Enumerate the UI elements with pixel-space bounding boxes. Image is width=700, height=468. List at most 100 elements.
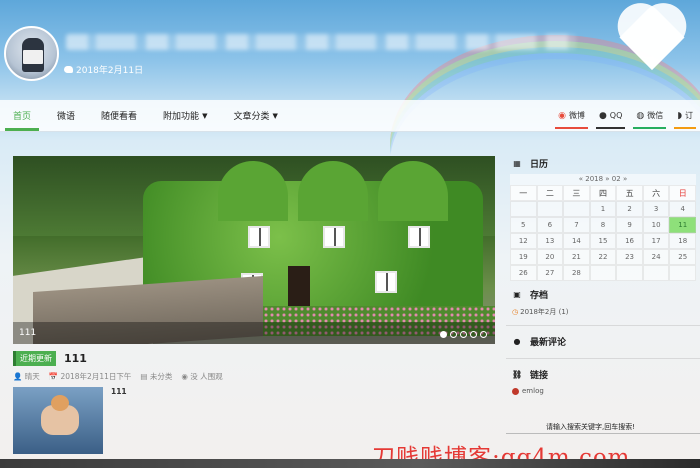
- post-category[interactable]: 未分类: [150, 372, 173, 381]
- calendar-day[interactable]: 25: [669, 249, 696, 265]
- calendar-day[interactable]: 12: [510, 233, 537, 249]
- calendar-day[interactable]: 16: [616, 233, 643, 249]
- calendar-day[interactable]: 18: [669, 233, 696, 249]
- heart-cloud-decoration: [618, 8, 698, 78]
- calendar-day: [616, 265, 643, 281]
- calendar-day[interactable]: 6: [536, 217, 564, 233]
- qq-icon: ●: [598, 110, 607, 121]
- calendar-weekday: 三: [563, 185, 590, 201]
- calendar-day: [642, 265, 670, 281]
- rss-icon: ◗: [677, 110, 682, 121]
- post-thumbnail[interactable]: [13, 387, 103, 454]
- blurred-site-title: [66, 34, 576, 50]
- post-excerpt: 111: [111, 387, 127, 396]
- archive-widget-title: ▣ 存档: [513, 289, 549, 301]
- calendar-day[interactable]: 10: [642, 217, 670, 233]
- archive-link[interactable]: ◷ 2018年2月 (1): [506, 305, 700, 319]
- sidebar: ▦ 日历 « 2018 » 02 » 一二三四五六日 1 2 3 4 5 6 7 8 9 10 11 1…: [506, 152, 700, 397]
- calendar-day[interactable]: 9: [616, 217, 643, 233]
- header-date: 2018年2月11日: [64, 63, 143, 76]
- link-icon: ⛓: [512, 369, 523, 379]
- nav-item-random[interactable]: 随便看看: [88, 100, 150, 131]
- link-item-emlog[interactable]: emlog: [506, 385, 700, 397]
- archive-icon: ▣: [513, 289, 521, 299]
- slider-dot[interactable]: [460, 331, 467, 338]
- calendar-day[interactable]: 3: [642, 201, 670, 217]
- social-qq[interactable]: ● QQ: [592, 100, 629, 131]
- nav-item-weiyu[interactable]: 微语: [44, 100, 88, 131]
- post-title[interactable]: 111: [64, 352, 87, 365]
- post-meta: 👤 晴天 📅 2018年2月11日下午 ▤ 未分类 ◉ 没 人围观: [13, 371, 223, 382]
- post-author[interactable]: 晴天: [25, 372, 40, 381]
- calendar-day[interactable]: 2: [616, 201, 643, 217]
- slider-caption[interactable]: 111: [13, 322, 495, 344]
- post-header: 近期更新 111: [13, 351, 87, 366]
- calendar-day[interactable]: 28: [563, 265, 590, 281]
- calendar-day[interactable]: 5: [510, 217, 537, 233]
- social-weibo[interactable]: ◉ 微博: [551, 100, 592, 131]
- caret-down-icon: ▼: [202, 111, 208, 120]
- emlog-icon: [512, 387, 519, 395]
- calendar-weekday: 六: [642, 185, 670, 201]
- eye-icon: ◉: [181, 372, 188, 381]
- calendar-day[interactable]: 15: [589, 233, 617, 249]
- slider-dot[interactable]: [480, 331, 487, 338]
- site-header: 2018年2月11日: [0, 0, 700, 100]
- calendar-day[interactable]: 22: [589, 249, 617, 265]
- avatar[interactable]: [4, 26, 59, 81]
- calendar-month-nav[interactable]: « 2018 » 02 »: [510, 174, 696, 185]
- calendar-weekday: 二: [536, 185, 564, 201]
- calendar-day[interactable]: 4: [669, 201, 696, 217]
- calendar-day[interactable]: 7: [563, 217, 590, 233]
- calendar-grid: 一二三四五六日 1 2 3 4 5 6 7 8 9 10 11 12 13 14 15 16 17 18 19 20 21…: [510, 185, 696, 281]
- calendar-widget-title: ▦ 日历: [513, 158, 549, 170]
- post-views: 没 人围观: [190, 372, 223, 381]
- search-input[interactable]: 请输入搜索关键字,回车搜索!: [506, 420, 700, 434]
- calendar-day[interactable]: 20: [536, 249, 564, 265]
- calendar-weekday: 四: [589, 185, 617, 201]
- comment-icon: ●: [513, 336, 521, 346]
- header-date-text: 2018年2月11日: [76, 66, 144, 76]
- calendar-icon: ▦: [513, 158, 521, 168]
- calendar-day[interactable]: 23: [616, 249, 643, 265]
- nav-item-extras[interactable]: 附加功能 ▼: [150, 100, 220, 131]
- calendar-day[interactable]: 26: [510, 265, 537, 281]
- latest-badge: 近期更新: [13, 351, 56, 366]
- bottom-bar: [0, 459, 700, 468]
- calendar-day: [669, 265, 696, 281]
- calendar-day[interactable]: 14: [563, 233, 590, 249]
- calendar-day: [510, 201, 537, 217]
- calendar-day[interactable]: 27: [536, 265, 564, 281]
- main-nav: 首页 微语 随便看看 附加功能 ▼ 文章分类 ▼ ◉ 微博 ● QQ ◍ 微信 ◗ 订: [0, 100, 700, 132]
- calendar-day[interactable]: 8: [589, 217, 617, 233]
- slider-dot[interactable]: [470, 331, 477, 338]
- calendar-day[interactable]: 17: [642, 233, 670, 249]
- social-rss[interactable]: ◗ 订: [670, 100, 700, 131]
- slider-dots: [440, 331, 487, 338]
- calendar-weekday: 五: [616, 185, 643, 201]
- calendar-day[interactable]: 19: [510, 249, 537, 265]
- clock-icon: ◷: [512, 308, 519, 316]
- post-datetime: 2018年2月11日下午: [60, 372, 132, 381]
- user-icon: 👤: [13, 372, 23, 381]
- calendar-day[interactable]: 13: [536, 233, 564, 249]
- social-wechat[interactable]: ◍ 微信: [629, 100, 670, 131]
- slider-dot[interactable]: [450, 331, 457, 338]
- caret-down-icon: ▼: [272, 111, 278, 120]
- calendar-day[interactable]: 21: [563, 249, 590, 265]
- twitter-icon: [64, 66, 73, 73]
- folder-icon: ▤: [140, 372, 148, 381]
- calendar-weekday: 一: [510, 185, 537, 201]
- calendar-day[interactable]: 1: [589, 201, 617, 217]
- nav-item-home[interactable]: 首页: [0, 100, 44, 131]
- featured-slider[interactable]: 111: [13, 156, 495, 344]
- calendar-icon: 📅: [48, 372, 59, 381]
- slider-dot[interactable]: [440, 331, 447, 338]
- calendar-day[interactable]: 24: [642, 249, 670, 265]
- nav-item-categories[interactable]: 文章分类 ▼: [220, 100, 290, 131]
- links-widget-title: ⛓ 链接: [512, 369, 549, 381]
- calendar-day: [536, 201, 564, 217]
- calendar-day: [563, 201, 590, 217]
- calendar-weekday: 日: [669, 185, 696, 201]
- calendar-day-today[interactable]: 11: [669, 217, 696, 233]
